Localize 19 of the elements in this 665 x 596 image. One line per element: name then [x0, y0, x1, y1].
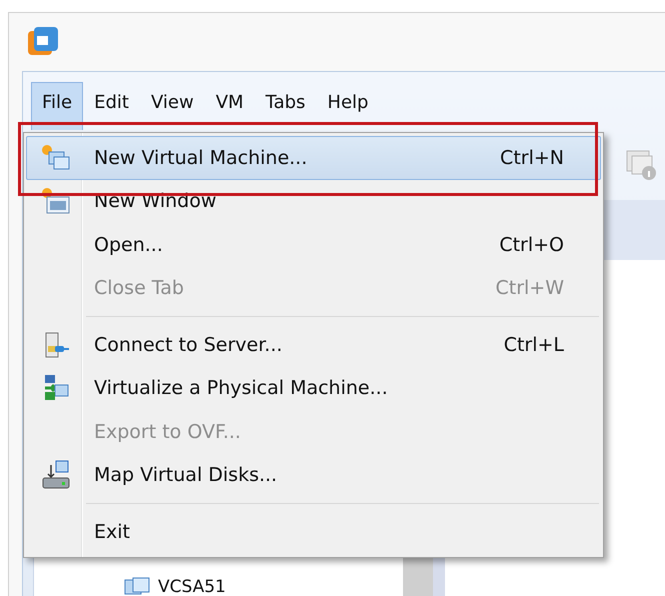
menu-title[interactable]: View	[140, 82, 205, 130]
vm-icon	[124, 577, 150, 596]
vm-info-icon	[625, 149, 657, 181]
app-icon	[27, 26, 59, 58]
menu-title[interactable]: VM	[204, 82, 255, 130]
menu-item[interactable]: Map Virtual Disks...	[26, 454, 601, 497]
menu-title[interactable]: Edit	[83, 82, 140, 130]
tree-item[interactable]: VCSA51	[124, 577, 226, 596]
new-window-icon	[40, 187, 70, 216]
menu-item[interactable]: Connect to Server... Ctrl+L	[26, 323, 601, 366]
new-machine-icon	[40, 144, 70, 172]
menu-item[interactable]: New Virtual Machine... Ctrl+N	[26, 136, 601, 180]
disk-map-icon	[40, 460, 70, 490]
menu-item[interactable]: Virtualize a Physical Machine...	[26, 366, 601, 410]
menu-title[interactable]: Tabs	[254, 82, 316, 130]
menu-title[interactable]: File	[31, 82, 84, 130]
menu-item[interactable]: Open... Ctrl+O	[26, 223, 601, 266]
menu-item[interactable]: Exit	[26, 510, 601, 554]
menu-title[interactable]: Help	[316, 82, 380, 130]
